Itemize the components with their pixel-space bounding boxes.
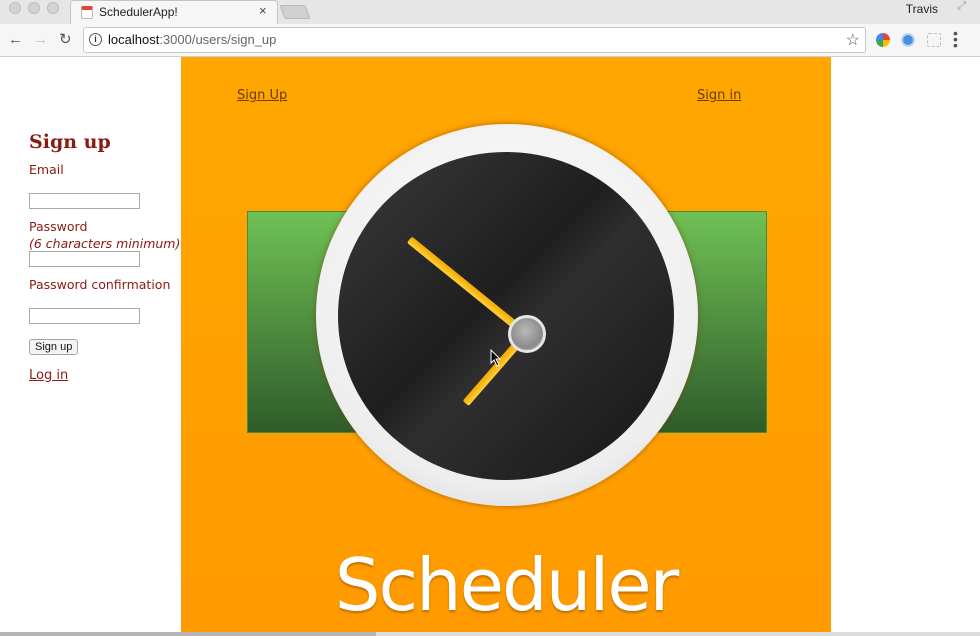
- mouse-cursor-icon: [490, 349, 502, 367]
- close-window-button[interactable]: [9, 2, 21, 14]
- fullscreen-icon[interactable]: ⤢: [957, 0, 966, 13]
- clock-hub: [508, 315, 546, 353]
- url-text[interactable]: localhost:3000/users/sign_up: [108, 32, 276, 47]
- page-content: Sign up Email Password (6 characters min…: [0, 57, 980, 636]
- new-tab-button[interactable]: [279, 5, 311, 19]
- password-field[interactable]: [29, 251, 140, 267]
- brand-logo-text: Scheduler: [334, 543, 679, 627]
- search-extension-icon[interactable]: [901, 33, 915, 47]
- url-host: localhost: [108, 32, 160, 47]
- browser-toolbar: ← → ↻ i localhost:3000/users/sign_up ☆ •…: [0, 24, 980, 57]
- calendar-icon: [81, 6, 93, 19]
- info-icon[interactable]: i: [89, 33, 102, 46]
- minimize-window-button[interactable]: [28, 2, 40, 14]
- zoom-window-button[interactable]: [47, 2, 59, 14]
- browser-menu-icon[interactable]: • • •: [953, 26, 958, 52]
- password-confirmation-label: Password confirmation: [29, 277, 171, 292]
- nav-sign-in-link[interactable]: Sign in: [697, 88, 741, 103]
- browser-tab[interactable]: SchedulerApp! ×: [70, 0, 278, 24]
- bookmark-star-icon[interactable]: ☆: [846, 30, 860, 50]
- browser-tab-bar: SchedulerApp! × Travis ⤢: [0, 0, 980, 24]
- password-hint: (6 characters minimum): [29, 236, 181, 251]
- sign-up-form: Sign up Email Password (6 characters min…: [29, 131, 181, 383]
- tab-title: SchedulerApp!: [99, 5, 178, 19]
- email-field[interactable]: [29, 193, 140, 209]
- clock-face: [338, 152, 674, 480]
- hero-banner: Sign Up Sign in Scheduler: [181, 57, 831, 636]
- back-arrow-icon[interactable]: ←: [8, 32, 23, 48]
- reload-icon[interactable]: ↻: [59, 32, 72, 48]
- clock-minute-hand: [406, 236, 529, 338]
- profile-name[interactable]: Travis: [906, 2, 938, 16]
- password-label: Password: [29, 219, 88, 234]
- tab-close-icon[interactable]: ×: [259, 4, 267, 18]
- address-bar[interactable]: i localhost:3000/users/sign_up ☆: [83, 27, 866, 53]
- sign-up-button[interactable]: Sign up: [29, 339, 79, 355]
- form-heading: Sign up: [29, 131, 111, 153]
- scrollbar-thumb[interactable]: [0, 632, 376, 636]
- url-path: :3000/users/sign_up: [159, 32, 277, 47]
- log-in-link[interactable]: Log in: [29, 368, 68, 383]
- horizontal-scrollbar[interactable]: [0, 632, 980, 636]
- forward-arrow-icon[interactable]: →: [33, 32, 48, 48]
- password-confirmation-field[interactable]: [29, 308, 140, 324]
- sitemap-extension-icon[interactable]: [927, 33, 941, 47]
- email-label: Email: [29, 162, 64, 177]
- clock-logo: [316, 124, 698, 506]
- nav-sign-up-link[interactable]: Sign Up: [237, 88, 287, 103]
- color-wheel-extension-icon[interactable]: [876, 33, 890, 47]
